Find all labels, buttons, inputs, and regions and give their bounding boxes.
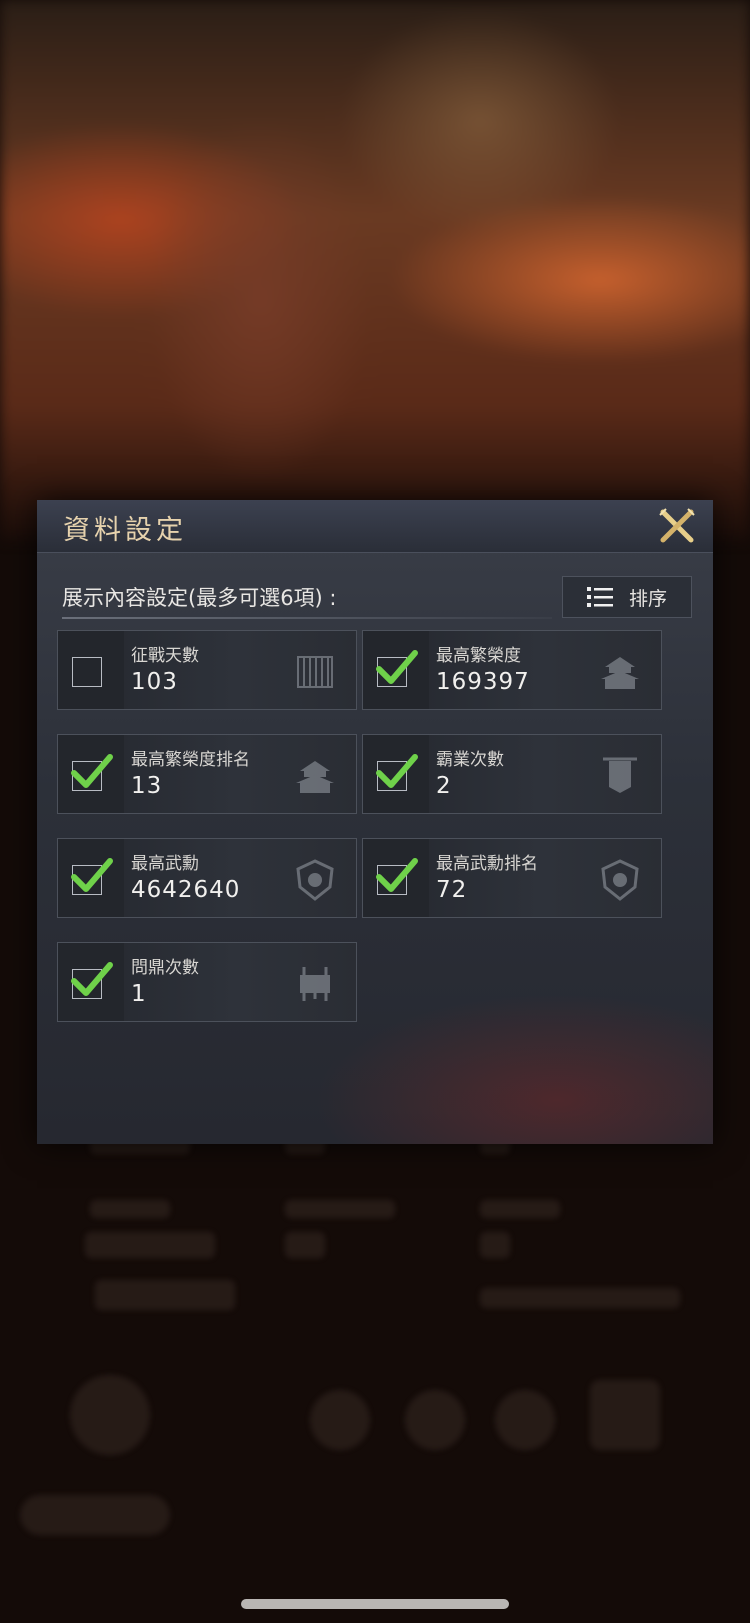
sort-label: 排序	[628, 587, 667, 610]
background-artwork	[0, 0, 750, 540]
background-lower-panel	[0, 1130, 750, 1623]
option-card[interactable]: 最高繁榮度 169397	[362, 630, 662, 710]
checkmark-icon	[376, 650, 418, 684]
checkmark-icon	[376, 858, 418, 892]
shield-emblem-icon	[597, 857, 643, 903]
checkbox-area[interactable]	[58, 839, 124, 917]
palace-icon	[597, 649, 643, 695]
option-card[interactable]: 最高繁榮度排名 13	[57, 734, 357, 814]
option-value: 4642640	[131, 877, 241, 903]
option-value: 72	[436, 877, 468, 903]
checkmark-icon	[376, 754, 418, 788]
option-card[interactable]: 霸業次數 2	[362, 734, 662, 814]
option-label: 霸業次數	[436, 750, 504, 770]
option-value: 2	[436, 773, 452, 799]
list-icon	[586, 587, 613, 607]
checkmark-icon	[71, 858, 113, 892]
checkbox-area[interactable]	[58, 943, 124, 1021]
option-label: 最高繁榮度排名	[131, 750, 250, 770]
option-card[interactable]: 最高武勳排名 72	[362, 838, 662, 918]
section-divider	[62, 617, 552, 619]
option-label: 最高繁榮度	[436, 646, 521, 666]
option-value: 1	[131, 981, 147, 1007]
checkbox-area[interactable]	[58, 631, 124, 709]
option-card[interactable]: 最高武勳 4642640	[57, 838, 357, 918]
option-label: 問鼎次數	[131, 958, 199, 978]
close-button[interactable]	[657, 506, 697, 546]
book-icon	[292, 649, 338, 695]
option-card[interactable]: 征戰天數 103	[57, 630, 357, 710]
option-value: 103	[131, 669, 178, 695]
option-label: 征戰天數	[131, 646, 199, 666]
banner-icon	[597, 753, 643, 799]
checkbox-area[interactable]	[58, 735, 124, 813]
option-value: 169397	[436, 669, 530, 695]
close-icon	[659, 508, 695, 543]
section-label: 展示內容設定(最多可選6項) :	[62, 586, 337, 610]
shield-emblem-icon	[292, 857, 338, 903]
checkbox-area[interactable]	[363, 735, 429, 813]
option-value: 13	[131, 773, 163, 799]
home-indicator[interactable]	[241, 1599, 509, 1609]
dialog-header: 資料設定	[37, 500, 713, 553]
checkbox-unchecked[interactable]	[72, 657, 102, 687]
palace-icon	[292, 753, 338, 799]
dialog-title: 資料設定	[63, 515, 187, 546]
cauldron-icon	[292, 961, 338, 1007]
checkmark-icon	[71, 754, 113, 788]
sort-button[interactable]: 排序	[562, 576, 692, 618]
option-card[interactable]: 問鼎次數 1	[57, 942, 357, 1022]
option-label: 最高武勳排名	[436, 854, 538, 874]
checkmark-icon	[71, 962, 113, 996]
checkbox-area[interactable]	[363, 839, 429, 917]
option-label: 最高武勳	[131, 854, 199, 874]
data-settings-dialog: 資料設定 展示內容設定(最多可選6項) : 排序 征戰天數 103 最高繁榮度 169…	[37, 500, 713, 1144]
checkbox-area[interactable]	[363, 631, 429, 709]
